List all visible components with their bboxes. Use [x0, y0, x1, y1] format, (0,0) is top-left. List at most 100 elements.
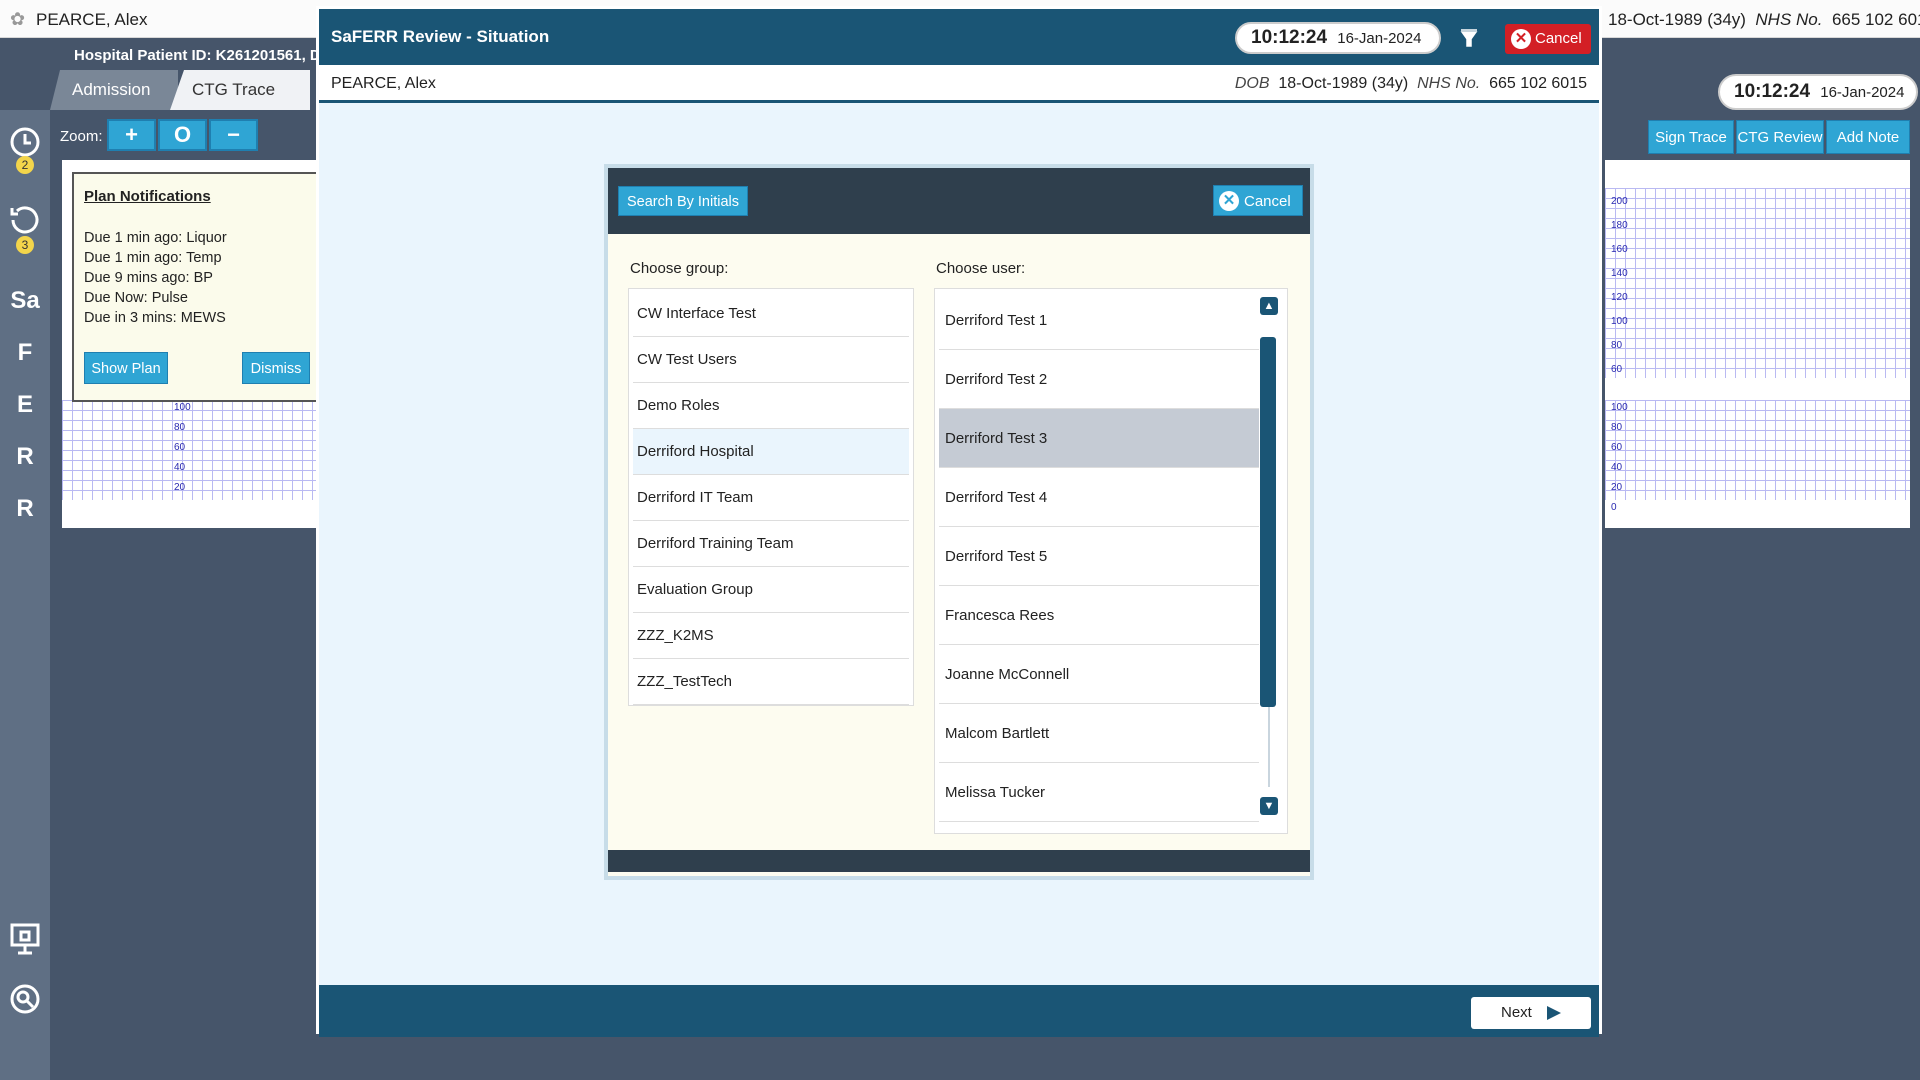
- user-item[interactable]: Malcom Bartlett: [939, 704, 1259, 763]
- choose-user-label: Choose user:: [936, 260, 1026, 277]
- group-item[interactable]: Derriford Training Team: [633, 521, 909, 567]
- nhs-label: NHS No.: [1755, 10, 1823, 29]
- picker-cancel-button[interactable]: ✕ Cancel: [1213, 185, 1303, 216]
- dialog-patient-name: PEARCE, Alex: [331, 75, 436, 92]
- zoom-reset-button[interactable]: O: [158, 119, 207, 151]
- dialog-date: 16-Jan-2024: [1337, 30, 1422, 47]
- user-list-scrollbar[interactable]: ▲ ▼: [1260, 297, 1278, 821]
- left-rail: 2 3 Sa F E R R: [0, 110, 50, 1080]
- next-label: Next: [1501, 1004, 1532, 1021]
- user-item[interactable]: Joanne McConnell: [939, 645, 1259, 704]
- user-item[interactable]: Francesca Rees: [939, 586, 1259, 645]
- header-clock: 10:12:24 16-Jan-2024: [1718, 74, 1918, 110]
- plan-item: Due Now: Pulse: [84, 290, 188, 306]
- zoom-label: Zoom:: [60, 128, 103, 145]
- search-by-initials-button[interactable]: Search By Initials: [618, 186, 748, 216]
- zoom-out-button[interactable]: −: [209, 119, 258, 151]
- group-item[interactable]: CW Interface Test: [633, 291, 909, 337]
- rail-f[interactable]: F: [6, 334, 44, 372]
- chevron-down-icon[interactable]: ▼: [1260, 797, 1278, 815]
- add-note-button[interactable]: Add Note: [1826, 120, 1910, 154]
- plan-item: Due 9 mins ago: BP: [84, 270, 213, 286]
- patient-dob-nhs: 18-Oct-1989 (34y) NHS No. 665 102 6015: [1608, 10, 1920, 30]
- dialog-cancel-button[interactable]: ✕ Cancel: [1505, 24, 1591, 54]
- tab-ctg-trace[interactable]: CTG Trace: [170, 70, 310, 110]
- history-clock-icon[interactable]: [6, 202, 44, 240]
- user-item-selected[interactable]: Derriford Test 3: [939, 409, 1259, 468]
- dismiss-button[interactable]: Dismiss: [242, 352, 310, 384]
- ctg-review-button[interactable]: CTG Review: [1736, 120, 1824, 154]
- group-item[interactable]: Evaluation Group: [633, 567, 909, 613]
- plan-item: Due in 3 mins: MEWS: [84, 310, 226, 326]
- picker-header: Search By Initials ✕ Cancel: [608, 168, 1310, 234]
- next-button[interactable]: Next: [1471, 997, 1591, 1029]
- choose-group-label: Choose group:: [630, 260, 729, 277]
- ctg-grid-lower-left: [62, 400, 320, 500]
- group-item-selected[interactable]: Derriford Hospital: [633, 429, 909, 475]
- dialog-patient-bar: PEARCE, Alex DOB 18-Oct-1989 (34y) NHS N…: [319, 65, 1599, 103]
- dialog-time: 10:12:24: [1251, 27, 1328, 48]
- star-icon: ✿: [10, 9, 26, 29]
- group-item[interactable]: CW Test Users: [633, 337, 909, 383]
- ctg-grid-upper-right: [1605, 188, 1910, 378]
- user-item[interactable]: Melissa Tucker: [939, 763, 1259, 822]
- zoom-in-button[interactable]: +: [107, 119, 156, 151]
- hospital-patient-id: Hospital Patient ID: K261201561, De: [74, 47, 330, 64]
- group-item[interactable]: Demo Roles: [633, 383, 909, 429]
- rail-situation[interactable]: Sa: [6, 282, 44, 320]
- plan-notifications-panel: Plan Notifications Due 1 min ago: Liquor…: [72, 172, 322, 402]
- nhs-value: 665 102 6015: [1831, 10, 1920, 29]
- close-icon: ✕: [1511, 29, 1531, 49]
- group-item[interactable]: Derriford IT Team: [633, 475, 909, 521]
- play-arrow-icon: [1547, 1006, 1561, 1020]
- presentation-icon[interactable]: [6, 922, 44, 960]
- ctg-trace-right: 200 180 160 140 120 100 80 60 100 80 60 …: [1605, 160, 1910, 528]
- user-item[interactable]: Derriford Test 2: [939, 350, 1259, 409]
- tab-admission[interactable]: Admission: [50, 70, 178, 110]
- scrollbar-thumb[interactable]: [1260, 337, 1276, 707]
- clock-time: 10:12:24: [1734, 81, 1811, 102]
- rail-r1[interactable]: R: [6, 438, 44, 476]
- user-item[interactable]: Derriford Test 1: [939, 291, 1259, 350]
- rail-r2[interactable]: R: [6, 490, 44, 528]
- ctg-ticks-lower-left: 100 80 60 40 20: [174, 402, 191, 493]
- dialog-patient-details: DOB 18-Oct-1989 (34y) NHS No. 665 102 60…: [1235, 75, 1587, 93]
- dialog-cancel-label: Cancel: [1535, 30, 1582, 47]
- nhs-label: NHS No.: [1417, 75, 1481, 92]
- close-icon: ✕: [1219, 191, 1239, 211]
- group-item[interactable]: ZZZ_TestTech: [633, 659, 909, 705]
- ctg-ticks-upper-right: 200 180 160 140 120 100 80 60: [1611, 196, 1628, 375]
- user-list: Derriford Test 1 Derriford Test 2 Derrif…: [934, 288, 1288, 834]
- dialog-footer: [319, 985, 1599, 1037]
- dob-value: 18-Oct-1989 (34y): [1608, 10, 1746, 29]
- dob-label: DOB: [1234, 75, 1270, 92]
- ctg-grid-lower-right: [1605, 400, 1910, 500]
- plan-items: Due 1 min ago: Liquor Due 1 min ago: Tem…: [84, 228, 227, 328]
- dialog-title: SaFERR Review - Situation: [331, 27, 550, 46]
- chevron-up-icon[interactable]: ▲: [1260, 297, 1278, 315]
- patient-name: PEARCE, Alex: [36, 10, 148, 29]
- show-plan-button[interactable]: Show Plan: [84, 352, 168, 384]
- plan-item: Due 1 min ago: Temp: [84, 250, 222, 266]
- user-item[interactable]: Derriford Test 4: [939, 468, 1259, 527]
- picker-footer: [608, 850, 1310, 872]
- dob-value: 18-Oct-1989 (34y): [1278, 75, 1409, 92]
- filter-icon[interactable]: [1459, 28, 1479, 48]
- group-item[interactable]: ZZZ_K2MS: [633, 613, 909, 659]
- dialog-clock: 10:12:24 16-Jan-2024: [1235, 22, 1441, 54]
- clock-date: 16-Jan-2024: [1820, 84, 1905, 101]
- scrollbar-rail: [1268, 707, 1270, 787]
- picker-cancel-label: Cancel: [1244, 193, 1291, 210]
- user-picker-dialog: Search By Initials ✕ Cancel Choose group…: [604, 164, 1314, 880]
- nhs-value: 665 102 6015: [1489, 75, 1587, 92]
- plan-title: Plan Notifications: [84, 188, 211, 205]
- alarm-badge: 2: [16, 156, 34, 174]
- sign-trace-button[interactable]: Sign Trace: [1648, 120, 1734, 154]
- user-item[interactable]: Derriford Test 5: [939, 527, 1259, 586]
- ctg-ticks-lower-right: 100 80 60 40 20 0: [1611, 402, 1628, 513]
- dialog-header: SaFERR Review - Situation 10:12:24 16-Ja…: [319, 9, 1599, 65]
- history-badge: 3: [16, 236, 34, 254]
- search-icon[interactable]: [6, 982, 44, 1020]
- rail-e[interactable]: E: [6, 386, 44, 424]
- plan-item: Due 1 min ago: Liquor: [84, 230, 227, 246]
